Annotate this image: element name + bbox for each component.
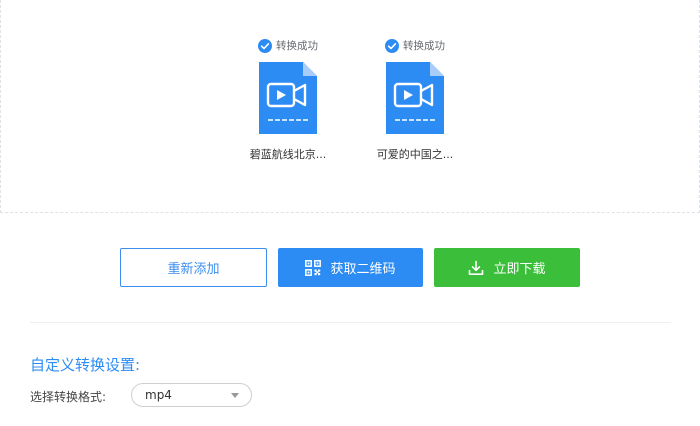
check-circle-icon	[385, 39, 399, 53]
caret-down-icon	[231, 393, 239, 398]
download-now-button[interactable]: 立即下载	[434, 248, 580, 287]
format-select-value: mp4	[145, 388, 172, 402]
check-circle-icon	[258, 39, 272, 53]
video-file-icon	[386, 62, 444, 134]
format-label: 选择转换格式:	[30, 390, 107, 404]
qrcode-icon	[305, 259, 322, 276]
download-now-button-label: 立即下载	[493, 262, 546, 277]
file-name: 碧蓝航线北京...	[249, 148, 327, 161]
get-qrcode-button[interactable]: 获取二维码	[278, 248, 423, 287]
status-text: 转换成功	[276, 40, 318, 52]
file-name: 可爱的中国之...	[376, 148, 454, 161]
conversion-status: 转换成功	[238, 38, 338, 54]
video-file-icon	[259, 62, 317, 134]
divider	[30, 322, 671, 323]
settings-title: 自定义转换设置:	[30, 356, 141, 374]
conversion-status: 转换成功	[365, 38, 465, 54]
readd-button[interactable]: 重新添加	[120, 248, 267, 287]
download-icon	[469, 260, 484, 275]
get-qrcode-button-label: 获取二维码	[330, 262, 396, 277]
status-text: 转换成功	[403, 40, 445, 52]
readd-button-label: 重新添加	[167, 262, 220, 277]
upload-area: 转换成功 碧蓝航线北京... 转换成功 可爱的中国之...	[0, 0, 700, 213]
format-select[interactable]: mp4	[131, 383, 252, 407]
